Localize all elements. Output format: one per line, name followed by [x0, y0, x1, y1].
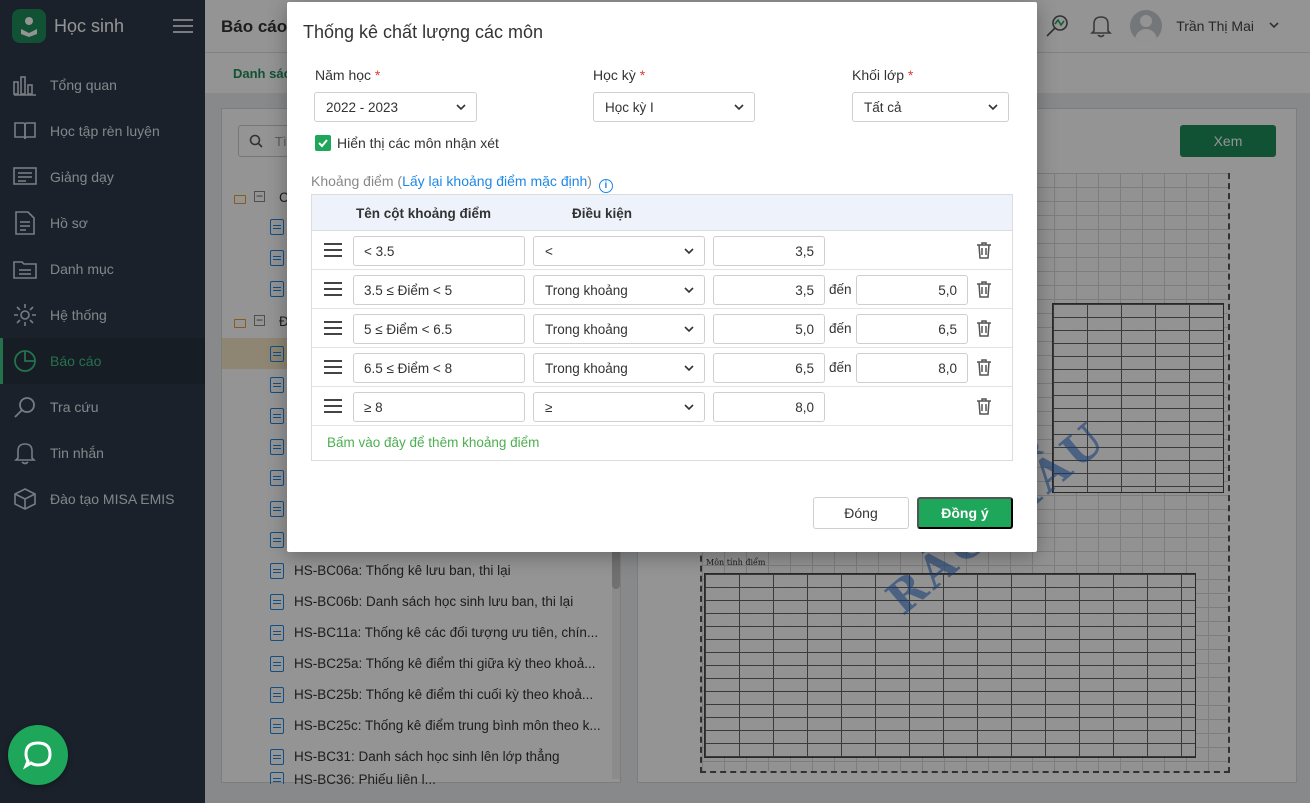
semester-label: Học kỳ * [593, 67, 646, 83]
condition-value: < [545, 243, 553, 259]
range-name-input[interactable]: ≥ 8 [353, 392, 525, 422]
condition-select[interactable]: Trong khoảng [533, 353, 705, 383]
table-row: < 3.5 < 3,5 [312, 231, 1012, 270]
show-comment-subjects-label[interactable]: Hiển thị các môn nhận xét [337, 135, 499, 151]
chevron-down-icon [988, 104, 998, 111]
chevron-down-icon [734, 104, 744, 111]
grade-value: Tất cả [864, 99, 902, 115]
chat-bubble-icon [23, 741, 52, 770]
grade-select[interactable]: Tất cả [852, 92, 1009, 122]
range-name-input[interactable]: 6.5 ≤ Điểm < 8 [353, 353, 525, 383]
grid-header: Tên cột khoảng điểm Điều kiện [312, 195, 1012, 231]
drag-handle-icon[interactable] [324, 282, 342, 296]
to-label: đến [829, 321, 852, 336]
condition-value: ≥ [545, 399, 553, 415]
to-label: đến [829, 360, 852, 375]
condition-value: Trong khoảng [545, 282, 628, 298]
trash-icon[interactable] [976, 319, 992, 337]
range-from-input[interactable]: 3,5 [713, 236, 825, 266]
close-button[interactable]: Đóng [813, 497, 909, 529]
score-range-text-end: ) [587, 173, 592, 189]
condition-select[interactable]: Trong khoảng [533, 275, 705, 305]
chevron-down-icon [684, 326, 694, 333]
school-year-value: 2022 - 2023 [326, 99, 399, 115]
semester-select[interactable]: Học kỳ I [593, 92, 755, 122]
trash-icon[interactable] [976, 397, 992, 415]
show-comment-subjects-checkbox[interactable] [315, 135, 331, 151]
subject-quality-dialog: Thống kê chất lượng các môn Năm học * 20… [287, 2, 1037, 552]
add-score-range-link[interactable]: Bấm vào đây để thêm khoảng điểm [327, 435, 539, 450]
score-range-label: Khoảng điểm (Lấy lại khoảng điểm mặc địn… [311, 173, 613, 193]
score-range-text: Khoảng điểm ( [311, 173, 403, 189]
chevron-down-icon [684, 404, 694, 411]
range-from-input[interactable]: 3,5 [713, 275, 825, 305]
range-from-input[interactable]: 8,0 [713, 392, 825, 422]
reset-default-ranges-link[interactable]: Lấy lại khoảng điểm mặc định [402, 173, 587, 189]
table-row: 6.5 ≤ Điểm < 8 Trong khoảng 6,5 đến 8,0 [312, 348, 1012, 387]
column-header-name: Tên cột khoảng điểm [356, 206, 492, 221]
confirm-button[interactable]: Đồng ý [917, 497, 1013, 529]
drag-handle-icon[interactable] [324, 360, 342, 374]
dialog-title: Thống kê chất lượng các môn [303, 22, 543, 42]
range-name-input[interactable]: 3.5 ≤ Điểm < 5 [353, 275, 525, 305]
chevron-down-icon [684, 287, 694, 294]
column-header-condition: Điều kiện [572, 206, 633, 221]
table-row: 3.5 ≤ Điểm < 5 Trong khoảng 3,5 đến 5,0 [312, 270, 1012, 309]
trash-icon[interactable] [976, 280, 992, 298]
condition-value: Trong khoảng [545, 360, 628, 376]
condition-select[interactable]: Trong khoảng [533, 314, 705, 344]
drag-handle-icon[interactable] [324, 321, 342, 335]
table-row: ≥ 8 ≥ 8,0 [312, 387, 1012, 426]
score-range-grid: Tên cột khoảng điểm Điều kiện < 3.5 < 3,… [311, 194, 1013, 461]
grade-label: Khối lớp * [852, 67, 914, 83]
range-name-input[interactable]: < 3.5 [353, 236, 525, 266]
range-to-input[interactable]: 6,5 [856, 314, 968, 344]
range-to-input[interactable]: 8,0 [856, 353, 968, 383]
drag-handle-icon[interactable] [324, 243, 342, 257]
chevron-down-icon [456, 104, 466, 111]
to-label: đến [829, 282, 852, 297]
trash-icon[interactable] [976, 241, 992, 259]
check-icon [318, 139, 328, 148]
school-year-select[interactable]: 2022 - 2023 [314, 92, 477, 122]
school-year-label: Năm học * [315, 67, 381, 83]
range-name-input[interactable]: 5 ≤ Điểm < 6.5 [353, 314, 525, 344]
chevron-down-icon [684, 248, 694, 255]
trash-icon[interactable] [976, 358, 992, 376]
range-from-input[interactable]: 6,5 [713, 353, 825, 383]
condition-value: Trong khoảng [545, 321, 628, 337]
range-to-input[interactable]: 5,0 [856, 275, 968, 305]
condition-select[interactable]: < [533, 236, 705, 266]
table-row: 5 ≤ Điểm < 6.5 Trong khoảng 5,0 đến 6,5 [312, 309, 1012, 348]
info-icon[interactable]: i [598, 179, 613, 193]
chevron-down-icon [684, 365, 694, 372]
range-from-input[interactable]: 5,0 [713, 314, 825, 344]
condition-select[interactable]: ≥ [533, 392, 705, 422]
drag-handle-icon[interactable] [324, 399, 342, 413]
semester-value: Học kỳ I [605, 99, 654, 115]
chat-support-button[interactable] [8, 725, 68, 785]
